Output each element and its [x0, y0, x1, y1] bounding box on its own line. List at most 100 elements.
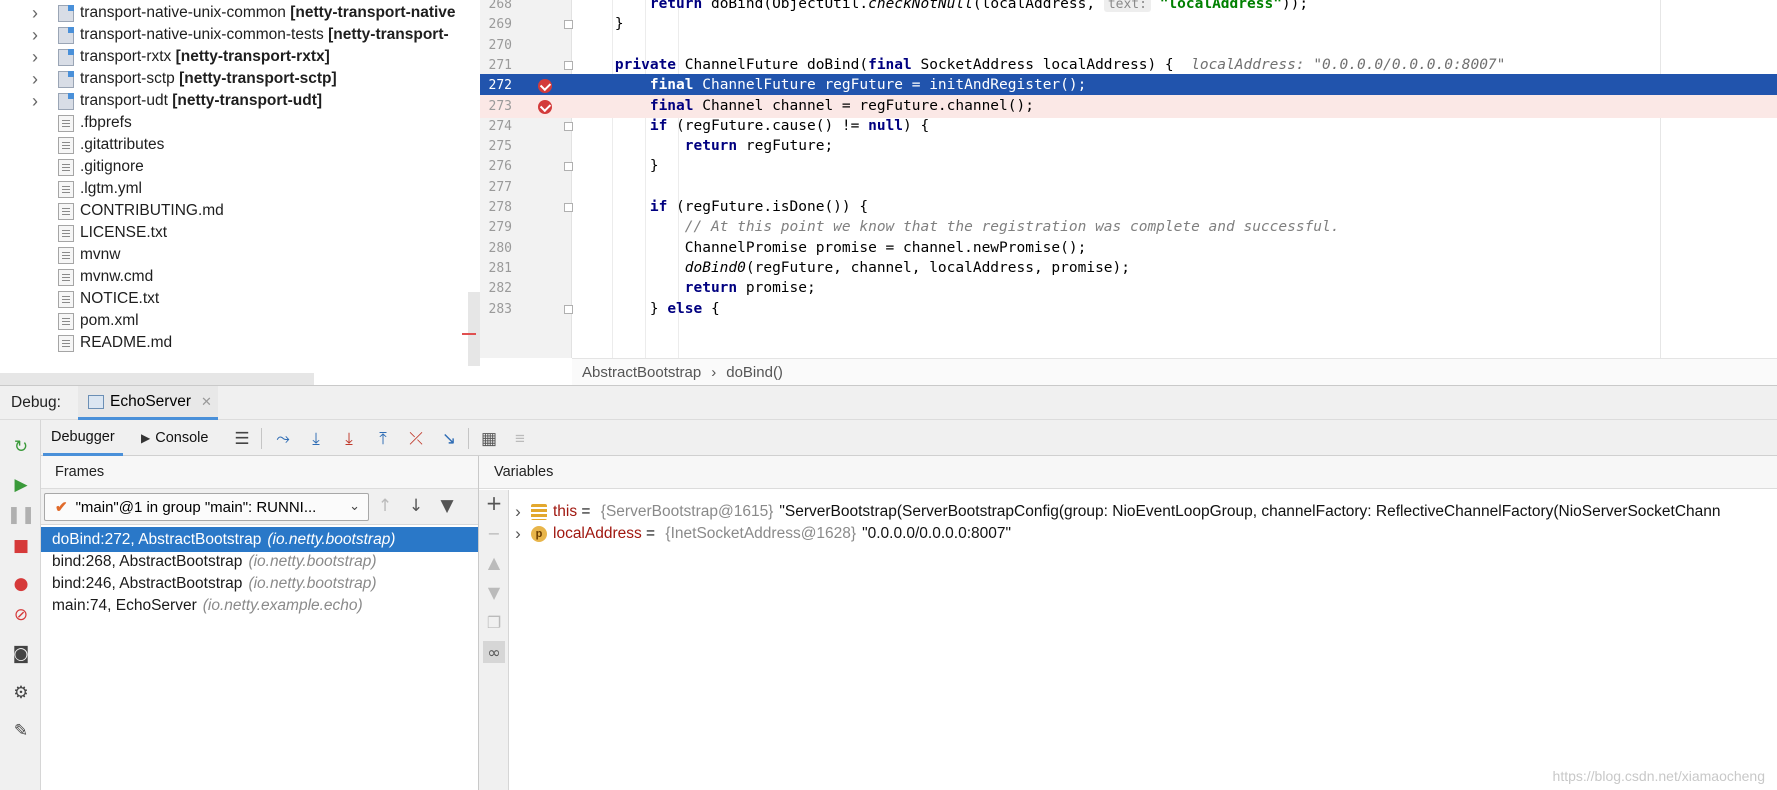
tree-item[interactable]: .gitattributes — [0, 133, 470, 157]
tree-item[interactable]: LICENSE.txt — [0, 221, 470, 245]
tree-item[interactable]: mvnw.cmd — [0, 265, 470, 289]
fold-marker-icon[interactable] — [564, 20, 573, 30]
tab-console[interactable]: ▶ Console — [133, 420, 216, 456]
breakpoint-icon[interactable] — [538, 99, 552, 114]
tree-horizontal-scrollbar[interactable] — [0, 373, 314, 385]
camera-icon[interactable]: ◙ — [10, 643, 32, 665]
yaml-file-icon — [58, 180, 74, 198]
tree-item[interactable]: .lgtm.yml — [0, 177, 470, 201]
chevron-right-icon[interactable]: › — [509, 524, 527, 544]
chevron-down-icon: ⌄ — [349, 498, 360, 513]
frame-method: doBind:272, AbstractBootstrap — [52, 530, 262, 548]
tree-item[interactable]: › transport-native-unix-common-tests [net… — [0, 23, 470, 47]
step-out-icon[interactable]: ⤒ — [372, 428, 394, 450]
tab-console-label: Console — [155, 430, 209, 446]
tree-item[interactable]: NOTICE.txt — [0, 287, 470, 311]
view-breakpoints-icon[interactable]: ● — [10, 573, 32, 595]
resume-icon[interactable]: ▶ — [10, 474, 32, 496]
tree-item[interactable]: .fbprefs — [0, 111, 470, 135]
debug-label: Debug: — [11, 394, 61, 411]
line-number[interactable]: 283 — [480, 298, 512, 321]
variable-name: localAddress — [553, 524, 642, 542]
markdown-file-icon — [58, 334, 74, 352]
tree-item-label: NOTICE.txt — [80, 290, 160, 307]
step-into-icon[interactable]: ⤓ — [338, 428, 360, 450]
pause-icon[interactable]: ❚❚ — [7, 504, 36, 526]
chevron-right-icon[interactable]: › — [32, 70, 46, 88]
fold-marker-icon[interactable] — [564, 60, 573, 70]
code-text: } else { — [580, 300, 720, 317]
thread-selector-value: "main"@1 in group "main": RUNNI... — [75, 498, 317, 516]
chevron-right-icon[interactable]: › — [32, 4, 46, 22]
run-to-cursor-icon[interactable]: ↘ — [438, 428, 460, 450]
tree-item[interactable]: pom.xml — [0, 309, 470, 333]
tree-item-label: .gitignore — [80, 158, 144, 175]
fold-marker-icon[interactable] — [564, 121, 573, 131]
field-icon — [531, 503, 547, 520]
tree-item-label: mvnw — [80, 246, 121, 263]
fold-marker-icon[interactable] — [564, 203, 573, 212]
tree-item-label: README.md — [80, 334, 173, 351]
tree-item[interactable]: › transport-sctp [netty-transport-sctp] — [0, 67, 470, 91]
move-down-icon[interactable]: ▼ — [483, 581, 505, 603]
tree-item[interactable]: CONTRIBUTING.md — [0, 199, 470, 223]
stack-frame-item[interactable]: main:74, EchoServer (io.netty.example.ech… — [41, 593, 478, 618]
shell-file-icon — [58, 246, 74, 264]
step-over-icon[interactable]: ⤓ — [305, 428, 327, 450]
mute-breakpoints-icon[interactable]: ⊘ — [10, 604, 32, 626]
tree-item[interactable]: › transport-udt [netty-transport-udt] — [0, 89, 470, 113]
variable-value: "ServerBootstrap(ServerBootstrapConfig(g… — [779, 502, 1721, 520]
breadcrumb-method[interactable]: doBind() — [726, 364, 783, 381]
variables-title: Variables — [479, 456, 1777, 489]
close-icon[interactable]: ✕ — [201, 394, 212, 410]
breadcrumb: AbstractBootstrap › doBind() — [572, 358, 1777, 385]
breakpoint-icon[interactable] — [538, 79, 552, 94]
settings-gear-icon[interactable]: ⚙ — [10, 682, 32, 704]
tree-item[interactable]: mvnw — [0, 243, 470, 267]
thread-selector[interactable]: ✔ "main"@1 in group "main": RUNNI... ⌄ — [44, 493, 369, 521]
chevron-right-icon[interactable]: › — [32, 48, 46, 66]
debug-session-tab[interactable]: EchoServer ✕ — [78, 386, 218, 420]
code-editor[interactable]: 268 return doBind(ObjectUtil.checkNotNul… — [480, 0, 1777, 385]
frame-method: main:74, EchoServer — [52, 596, 197, 614]
drop-frame-icon[interactable]: ⤫ — [405, 428, 427, 450]
new-watch-plus-icon[interactable]: + — [483, 491, 505, 515]
frame-method: bind:268, AbstractBootstrap — [52, 552, 243, 570]
stop-icon[interactable]: ■ — [10, 535, 32, 557]
tree-item-label: .gitattributes — [80, 136, 165, 153]
tree-item[interactable]: › transport-native-unix-common [netty-tra… — [0, 1, 470, 25]
copy-icon[interactable]: ❐ — [483, 611, 505, 633]
fold-marker-icon[interactable] — [564, 162, 573, 172]
remove-watch-minus-icon[interactable]: − — [483, 522, 505, 544]
tree-item[interactable]: › transport-rxtx [netty-transport-rxtx] — [0, 45, 470, 69]
module-folder-icon — [58, 92, 74, 110]
watermark: https://blog.csdn.net/xiamaocheng — [1552, 768, 1765, 784]
tree-item-label: transport-udt [netty-transport-udt] — [80, 92, 323, 109]
chevron-right-icon[interactable]: › — [32, 26, 46, 44]
show-execution-point-icon[interactable]: ⤳ — [272, 428, 294, 450]
breadcrumb-class[interactable]: AbstractBootstrap — [582, 364, 701, 381]
next-frame-down-arrow-icon[interactable]: ↓ — [405, 495, 427, 517]
trace-current-stream-icon[interactable]: ≡ — [509, 428, 531, 450]
rerun-icon[interactable]: ↻ — [10, 436, 32, 458]
layout-menu-icon[interactable]: ☰ — [231, 428, 253, 450]
move-up-icon[interactable]: ▲ — [483, 551, 505, 573]
filter-icon[interactable]: ▼ — [436, 495, 458, 517]
show-watches-glasses-icon[interactable]: ∞ — [483, 641, 505, 663]
evaluate-expression-icon[interactable]: ▦ — [478, 428, 500, 450]
parameter-icon: p — [531, 525, 547, 542]
variable-item[interactable]: › p localAddress = {InetSocketAddress@1628… — [509, 521, 1777, 546]
tab-debugger-label: Debugger — [51, 428, 115, 445]
previous-frame-up-arrow-icon[interactable]: ↑ — [374, 495, 396, 517]
tree-item[interactable]: .gitignore — [0, 155, 470, 179]
tree-item-label: mvnw.cmd — [80, 268, 154, 285]
code-line[interactable]: 283 } else { — [480, 298, 1777, 321]
tab-debugger[interactable]: Debugger — [43, 420, 123, 456]
fold-marker-icon[interactable] — [564, 304, 573, 314]
chevron-right-icon[interactable]: › — [32, 92, 46, 110]
tree-item[interactable]: README.md — [0, 331, 470, 355]
tree-item-label: transport-native-unix-common-tests [nett… — [80, 26, 449, 43]
chevron-right-icon[interactable]: › — [509, 502, 527, 522]
splitter-handle[interactable] — [468, 292, 480, 366]
pin-icon[interactable]: ✎ — [10, 720, 32, 742]
